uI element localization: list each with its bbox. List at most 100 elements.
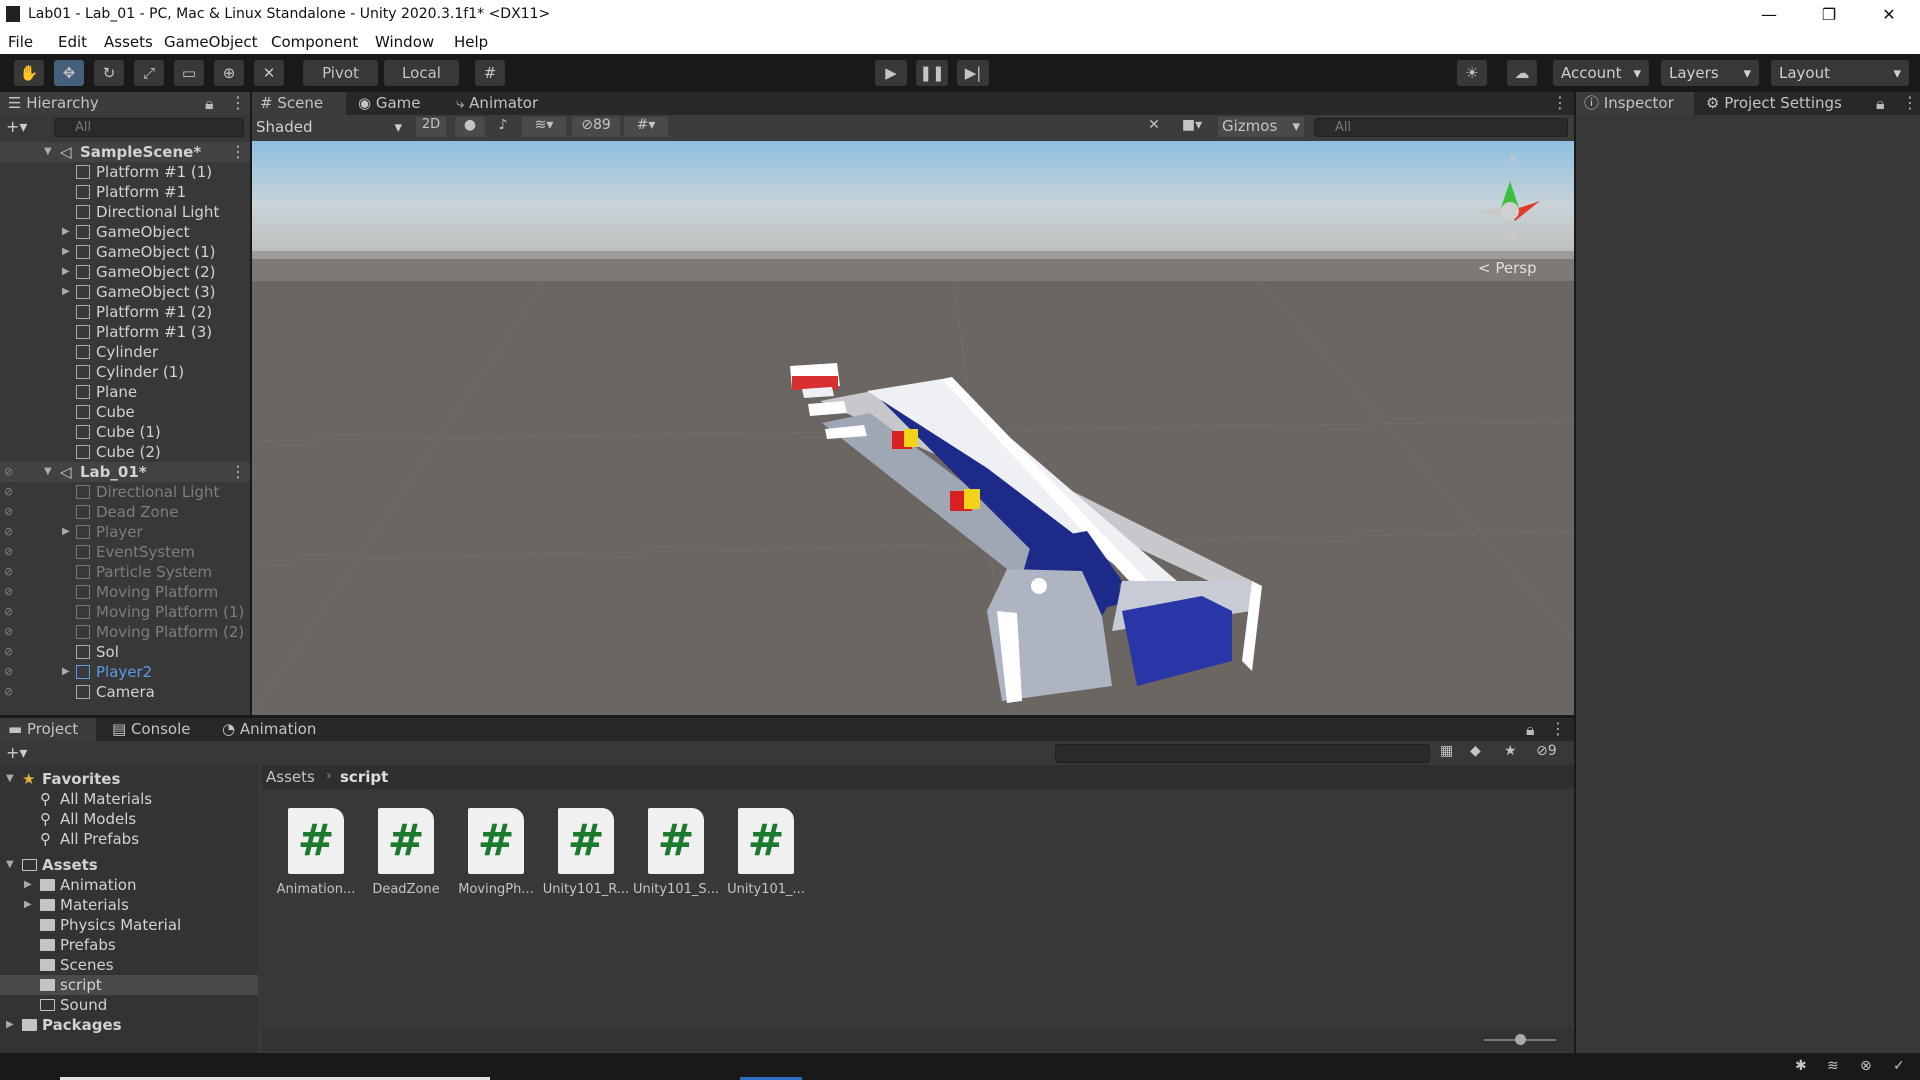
shading-mode-dropdown[interactable]: Shaded ▾ [256, 118, 406, 138]
script-asset[interactable]: # Animation... [271, 808, 361, 897]
tab-animator[interactable]: ⤷ Animator [448, 92, 558, 115]
folder-tree-item[interactable]: ▼ Assets [0, 855, 258, 875]
chevron-right-icon[interactable]: ▶ [62, 242, 70, 262]
hierarchy-item[interactable]: Cube (2) [0, 442, 250, 462]
chevron-right-icon[interactable]: ▶ [62, 222, 70, 242]
hierarchy-search-input[interactable]: All [54, 118, 244, 137]
chevron-right-icon[interactable]: ▶ [6, 1015, 14, 1035]
hierarchy-item[interactable]: Cube [0, 402, 250, 422]
folder-tree-item[interactable]: Scenes [0, 955, 258, 975]
hierarchy-item[interactable]: ⊘ Moving Platform (2) [0, 622, 250, 642]
visibility-icon[interactable]: ⊘ [4, 546, 18, 558]
pause-button[interactable]: ❚❚ [916, 60, 948, 86]
scene-search-input[interactable]: All [1314, 118, 1568, 137]
layers-dropdown[interactable]: Layers ▾ [1661, 60, 1759, 86]
hierarchy-item[interactable]: ▶ GameObject [0, 222, 250, 242]
chevron-down-icon[interactable]: ▼ [44, 142, 52, 162]
lock-icon[interactable]: 🔒︎ [205, 94, 214, 114]
check-icon[interactable]: ✓ [1893, 1058, 1905, 1074]
chevron-right-icon[interactable]: ▶ [24, 895, 32, 915]
hierarchy-item[interactable]: ⊘ ▶ Player2 [0, 662, 250, 682]
grid-snap-icon[interactable]: # [475, 60, 505, 86]
play-button[interactable]: ▶ [875, 60, 907, 86]
hand-tool-icon[interactable]: ✋ [14, 60, 44, 86]
tab-game[interactable]: ◉ Game [350, 92, 440, 115]
hierarchy-scene-row[interactable]: ▼ ◁ SampleScene* ⋮ [0, 142, 250, 162]
tools-icon[interactable]: ✕ [1142, 117, 1166, 137]
script-asset[interactable]: # Unity101_... [721, 808, 811, 897]
hierarchy-item[interactable]: ⊘ Directional Light [0, 482, 250, 502]
scale-tool-icon[interactable]: ⤢ [134, 60, 164, 86]
hierarchy-item[interactable]: ⊘ EventSystem [0, 542, 250, 562]
hierarchy-item[interactable]: Platform #1 (3) [0, 322, 250, 342]
breadcrumb-assets[interactable]: Assets [266, 768, 315, 786]
local-toggle[interactable]: Local [384, 60, 459, 86]
visibility-icon[interactable]: ⊘ [4, 486, 18, 498]
hierarchy-item[interactable]: Directional Light [0, 202, 250, 222]
folder-tree-item[interactable]: ▶ Materials [0, 895, 258, 915]
visibility-icon[interactable]: ⊘ [4, 506, 18, 518]
visibility-icon[interactable]: ⊘ [4, 526, 18, 538]
chevron-right-icon[interactable]: ▶ [62, 282, 70, 302]
move-tool-icon[interactable]: ✥ [54, 60, 84, 86]
menu-assets[interactable]: Assets [104, 33, 153, 51]
tab-console[interactable]: ▤ Console [104, 718, 204, 741]
hierarchy-item[interactable]: Cube (1) [0, 422, 250, 442]
hierarchy-item[interactable]: ⊘ Sol [0, 642, 250, 662]
tab-inspector[interactable]: ⓘ Inspector [1576, 92, 1694, 115]
kebab-menu-icon[interactable]: ⋮ [1902, 93, 1918, 112]
debug-icon[interactable]: ⊗ [1860, 1058, 1872, 1074]
filter-type-icon[interactable]: ▦ [1440, 743, 1453, 759]
hierarchy-item[interactable]: ▶ GameObject (2) [0, 262, 250, 282]
chevron-right-icon[interactable]: ▶ [24, 875, 32, 895]
tab-project[interactable]: ▬ Project [0, 718, 96, 741]
hierarchy-item[interactable]: Cylinder [0, 342, 250, 362]
script-asset[interactable]: # DeadZone [361, 808, 451, 897]
scene-viewport[interactable]: y x < Persp [252, 141, 1574, 715]
kebab-menu-icon[interactable]: ⋮ [230, 142, 246, 162]
hidden-objects-counter[interactable]: ⊘89 [572, 117, 620, 137]
tab-animation[interactable]: ◔ Animation [214, 718, 334, 741]
lock-icon[interactable]: 🔒︎ [1526, 720, 1535, 740]
hierarchy-item[interactable]: Platform #1 (1) [0, 162, 250, 182]
custom-tool-icon[interactable]: ✕ [254, 60, 284, 86]
tab-scene[interactable]: # Scene [252, 92, 346, 115]
kebab-menu-icon[interactable]: ⋮ [230, 462, 246, 482]
folder-tree-item[interactable]: ▶ Animation [0, 875, 258, 895]
hierarchy-item[interactable]: ⊘ Camera [0, 682, 250, 702]
layout-dropdown[interactable]: Layout ▾ [1771, 60, 1909, 86]
create-asset-icon[interactable]: +▾ [6, 743, 27, 762]
hierarchy-scene-row[interactable]: ⊘ ▼ ◁ Lab_01* ⋮ [0, 462, 250, 482]
filter-label-icon[interactable]: ◆ [1470, 743, 1481, 759]
gizmos-dropdown[interactable]: Gizmos ▾ [1218, 117, 1304, 137]
cloud-icon[interactable]: ☁ [1507, 60, 1537, 86]
grid-toggle-icon[interactable]: #▾ [624, 117, 668, 137]
script-asset[interactable]: # MovingPh... [451, 808, 541, 897]
visibility-icon[interactable]: ⊘ [4, 666, 18, 678]
close-button[interactable]: ✕ [1866, 0, 1912, 29]
hierarchy-item[interactable]: ⊘ Dead Zone [0, 502, 250, 522]
visibility-icon[interactable]: ⊘ [4, 586, 18, 598]
hierarchy-item[interactable]: Platform #1 [0, 182, 250, 202]
breadcrumb-script[interactable]: script [340, 768, 388, 786]
hierarchy-item[interactable]: Platform #1 (2) [0, 302, 250, 322]
hidden-packages-counter[interactable]: ⊘9 [1536, 743, 1557, 759]
menu-component[interactable]: Component [271, 33, 358, 51]
tab-project-settings[interactable]: ⚙ Project Settings [1698, 92, 1868, 115]
zoom-slider-handle[interactable] [1515, 1034, 1526, 1045]
hierarchy-item[interactable]: ⊘ Moving Platform (1) [0, 602, 250, 622]
folder-tree-item[interactable]: Sound [0, 995, 258, 1015]
chevron-down-icon[interactable]: ▼ [6, 769, 14, 789]
hierarchy-item[interactable]: ⊘ Particle System [0, 562, 250, 582]
chevron-down-icon[interactable]: ▼ [44, 462, 52, 482]
menu-file[interactable]: File [8, 33, 33, 51]
transform-tool-icon[interactable]: ⊕ [214, 60, 244, 86]
hierarchy-item[interactable]: Cylinder (1) [0, 362, 250, 382]
chevron-right-icon[interactable]: ▶ [62, 522, 70, 542]
hierarchy-item[interactable]: ▶ GameObject (3) [0, 282, 250, 302]
menu-gameobject[interactable]: GameObject [164, 33, 258, 51]
menu-help[interactable]: Help [454, 33, 488, 51]
chevron-down-icon[interactable]: ▼ [6, 855, 14, 875]
hierarchy-item[interactable]: ⊘ Moving Platform [0, 582, 250, 602]
folder-tree-item[interactable]: ▼ ★ Favorites [0, 769, 258, 789]
